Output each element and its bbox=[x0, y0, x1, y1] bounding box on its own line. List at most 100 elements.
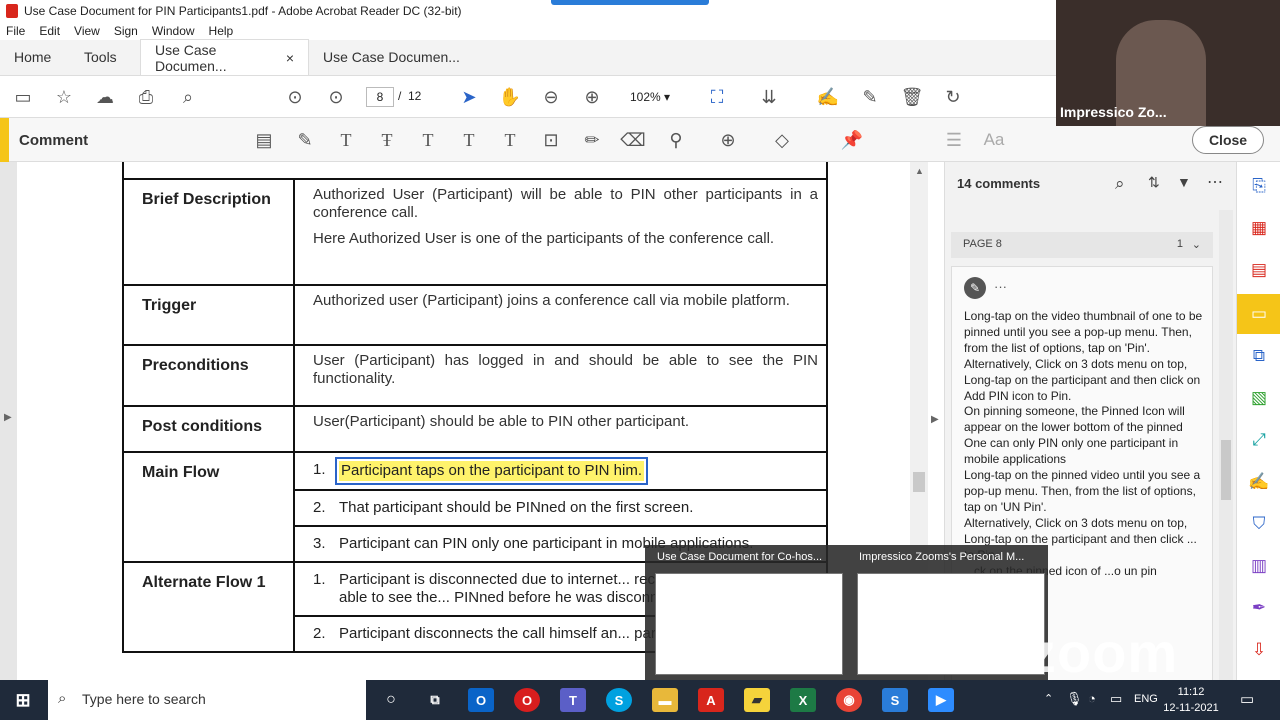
zoom-out-icon[interactable]: ⊖ bbox=[539, 85, 563, 109]
sign-icon[interactable]: ✍ bbox=[816, 85, 840, 109]
menu-file[interactable]: File bbox=[6, 24, 25, 38]
teams-icon[interactable]: T bbox=[560, 688, 586, 712]
organize-pages-icon[interactable]: ▧ bbox=[1245, 384, 1273, 412]
select-cursor-icon[interactable]: ➤ bbox=[457, 85, 481, 109]
page-number-input[interactable]: 8 bbox=[366, 87, 394, 107]
sticky-note-icon[interactable]: ▤ bbox=[252, 128, 276, 152]
print-icon[interactable]: ⎙ bbox=[134, 85, 158, 109]
sticky-notes-icon[interactable]: ▰ bbox=[744, 688, 770, 712]
export-pdf-icon[interactable]: ⎘ bbox=[1245, 172, 1273, 200]
stamp-icon[interactable]: ⚲ bbox=[664, 128, 688, 152]
save-icon[interactable]: ▭ bbox=[11, 85, 35, 109]
outlook-icon[interactable]: O bbox=[468, 688, 494, 712]
menu-edit[interactable]: Edit bbox=[39, 24, 60, 38]
zoom-share-bar[interactable] bbox=[551, 0, 709, 5]
delete-icon[interactable]: 🗑 bbox=[900, 85, 924, 109]
skype-icon[interactable]: S bbox=[606, 688, 632, 712]
sort-icon[interactable]: ⇅ bbox=[1148, 174, 1160, 191]
pencil-icon[interactable]: ✏ bbox=[580, 128, 604, 152]
comment-menu-icon[interactable]: ··· bbox=[994, 279, 1007, 294]
upload-cloud-icon[interactable]: ☁ bbox=[93, 85, 117, 109]
edit-tag-icon[interactable]: ✎ bbox=[858, 85, 882, 109]
page-group-header[interactable]: PAGE 8 1 ⌄ bbox=[951, 232, 1213, 258]
search-icon[interactable]: ⌕ bbox=[176, 85, 200, 109]
text-box-icon[interactable]: ⊡ bbox=[539, 128, 563, 152]
tab-document-2[interactable]: Use Case Documen... bbox=[308, 39, 476, 75]
notifications-icon[interactable]: ▭ bbox=[1240, 690, 1254, 708]
chrome-icon[interactable]: ◉ bbox=[836, 688, 862, 712]
text-lines-icon[interactable]: ☰ bbox=[942, 128, 966, 152]
tab-document-1[interactable]: Use Case Documen... × bbox=[140, 39, 308, 75]
attach-file-icon[interactable]: ⊕ bbox=[716, 128, 740, 152]
print-production-icon[interactable]: ▥ bbox=[1245, 552, 1273, 580]
app-s-icon[interactable]: S bbox=[882, 688, 908, 712]
eraser-icon[interactable]: ⌫ bbox=[620, 128, 645, 152]
fit-page-icon[interactable]: ⛶ bbox=[705, 85, 729, 109]
create-pdf-icon[interactable]: ▦ bbox=[1245, 214, 1273, 242]
chevron-down-icon[interactable]: ⌄ bbox=[1192, 238, 1201, 251]
windows-start-icon[interactable]: ⊞ bbox=[10, 688, 36, 712]
combine-files-icon[interactable]: ⧉ bbox=[1245, 342, 1273, 370]
bookmark-star-icon[interactable]: ☆ bbox=[52, 85, 76, 109]
filter-icon[interactable]: ▼ bbox=[1177, 174, 1191, 190]
protect-icon[interactable]: ⛉ bbox=[1245, 510, 1273, 538]
more-tools-icon[interactable]: ⇩ bbox=[1245, 636, 1273, 664]
add-text-icon[interactable]: T bbox=[498, 128, 522, 152]
task-view-icon[interactable]: ⧉ bbox=[422, 688, 448, 712]
zoom-video-tile[interactable]: Impressico Zo... bbox=[1056, 0, 1280, 126]
menu-view[interactable]: View bbox=[74, 24, 100, 38]
pin-icon[interactable]: 📌 bbox=[840, 128, 864, 152]
scrollbar-thumb[interactable] bbox=[913, 472, 925, 492]
underline-text-icon[interactable]: T bbox=[334, 128, 358, 152]
zoom-icon[interactable]: ▶ bbox=[928, 688, 954, 712]
scroll-mode-icon[interactable]: ⇊ bbox=[757, 85, 781, 109]
tab-home[interactable]: Home bbox=[0, 39, 70, 75]
taskbar-clock[interactable]: 11:12 12-11-2021 bbox=[1156, 684, 1226, 716]
acrobat-taskbar-icon[interactable]: A bbox=[698, 688, 724, 712]
shapes-icon[interactable]: ◇ bbox=[770, 128, 794, 152]
battery-icon[interactable]: ▭ bbox=[1110, 691, 1122, 707]
fill-sign-icon[interactable]: ✍ bbox=[1245, 468, 1273, 496]
window-preview-1[interactable]: Use Case Document for Co-hos... bbox=[649, 545, 844, 681]
excel-icon[interactable]: X bbox=[790, 688, 816, 712]
strikethrough-icon[interactable]: Ŧ bbox=[375, 128, 399, 152]
file-explorer-icon[interactable]: ▬ bbox=[652, 688, 678, 712]
menu-window[interactable]: Window bbox=[152, 24, 195, 38]
next-page-icon[interactable]: ⊙ bbox=[324, 85, 348, 109]
edit-pdf-icon[interactable]: ▤ bbox=[1245, 256, 1273, 284]
language-indicator[interactable]: ENG bbox=[1134, 693, 1158, 705]
taskbar-search[interactable]: ⌕ Type here to search bbox=[48, 680, 366, 720]
left-panel-toggle-icon[interactable]: ▶ bbox=[4, 412, 12, 423]
zoom-select[interactable]: 102% ▾ bbox=[620, 87, 686, 107]
comments-scrollbar-thumb[interactable] bbox=[1221, 440, 1231, 500]
more-options-icon[interactable]: ⋯ bbox=[1207, 172, 1223, 192]
microphone-icon[interactable]: 🎙 bbox=[1066, 691, 1083, 707]
comment-tool-icon[interactable]: ▭ bbox=[1245, 300, 1273, 328]
replace-text-icon[interactable]: T bbox=[416, 128, 440, 152]
opera-icon[interactable]: O bbox=[514, 688, 540, 712]
highlighted-step-text[interactable]: Participant taps on the participant to P… bbox=[335, 457, 648, 485]
show-hidden-icons-icon[interactable]: ⌃ bbox=[1044, 692, 1053, 705]
comments-scrollbar[interactable] bbox=[1219, 210, 1233, 680]
zoom-in-icon[interactable]: ⊕ bbox=[580, 85, 604, 109]
cortana-icon[interactable]: ○ bbox=[378, 688, 404, 712]
previous-page-icon[interactable]: ⊙ bbox=[283, 85, 307, 109]
tab-close-icon[interactable]: × bbox=[286, 50, 294, 66]
window-preview-2[interactable]: Impressico Zooms's Personal M... bbox=[851, 545, 1046, 681]
undo-icon[interactable]: ↻ bbox=[941, 85, 965, 109]
tab-tools[interactable]: Tools bbox=[70, 39, 140, 75]
panel-toggle-icon[interactable]: ▶ bbox=[931, 414, 939, 425]
request-signature-icon[interactable]: ✒ bbox=[1245, 594, 1273, 622]
menu-help[interactable]: Help bbox=[209, 24, 234, 38]
highlight-icon[interactable]: ✎ bbox=[293, 128, 317, 152]
menu-sign[interactable]: Sign bbox=[114, 24, 138, 38]
compress-icon[interactable]: ⤢ bbox=[1245, 426, 1273, 454]
preview-title: Use Case Document for Co-hos... bbox=[657, 551, 823, 563]
font-size-icon[interactable]: Aa bbox=[982, 128, 1006, 152]
insert-text-icon[interactable]: T bbox=[457, 128, 481, 152]
search-icon[interactable]: ⌕ bbox=[1115, 174, 1125, 194]
scroll-up-icon[interactable]: ▲ bbox=[915, 166, 924, 176]
hand-tool-icon[interactable]: ✋ bbox=[498, 85, 522, 109]
close-button[interactable]: Close bbox=[1192, 126, 1264, 154]
wifi-icon[interactable]: ◔ bbox=[1088, 691, 1096, 706]
